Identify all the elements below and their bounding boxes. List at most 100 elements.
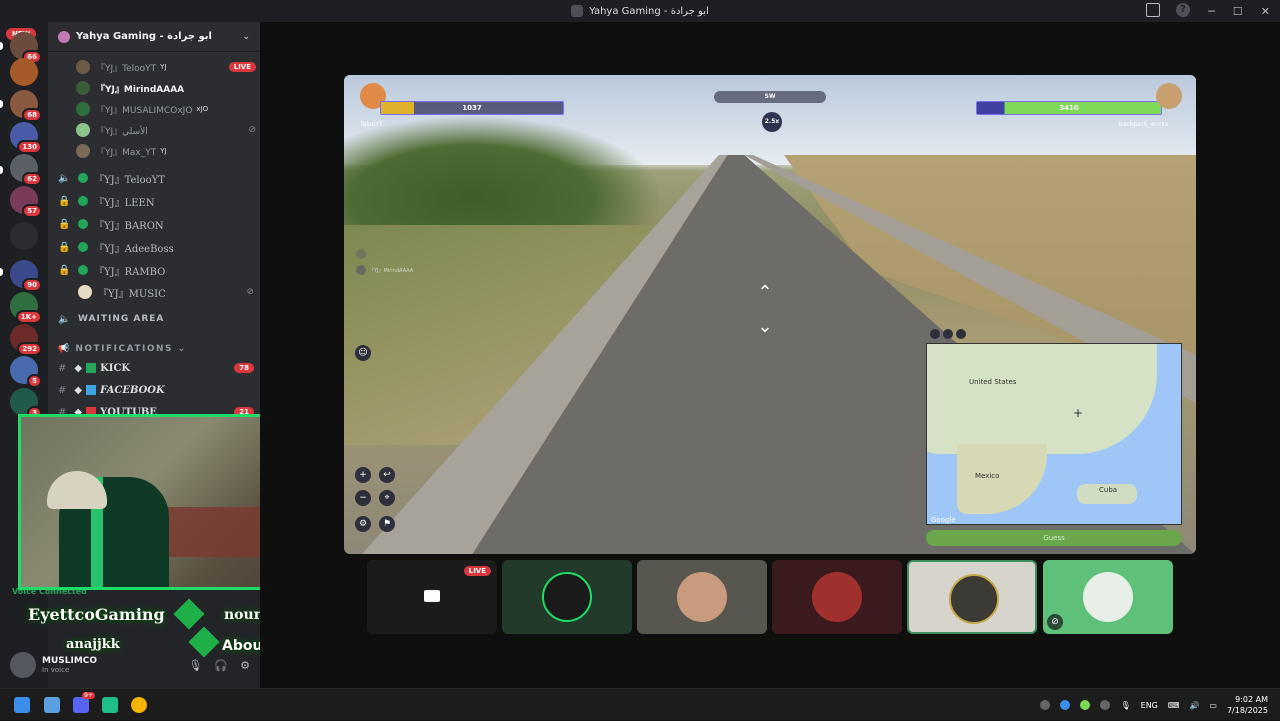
emoji-icon[interactable]: ☺ [355,345,371,361]
map-eye-icon[interactable] [956,329,966,339]
app-icon[interactable] [102,697,118,713]
server-name: Yahya Gaming - ابو جرادة [76,31,212,42]
volume-icon[interactable]: 🔊 [1189,701,1199,710]
voice-channel[interactable]: 🔒 『YJ』BARON [58,214,254,234]
server-icon[interactable]: 130 [10,122,42,154]
chat-line: 『YJ』MirindAAAA [356,265,413,275]
tray-icon[interactable] [1080,700,1091,710]
help-icon[interactable]: ? [1176,3,1190,17]
avatar [542,572,592,622]
location-pin-icon[interactable]: ⌖ [379,490,395,506]
facebook-icon [86,385,97,395]
settings-gear-icon[interactable]: ⚙ [355,516,371,532]
minimize-button[interactable]: ─ [1208,5,1215,18]
network-icon[interactable]: ⌨ [1168,701,1180,710]
voice-user[interactable]: 『YJ』MirindAAAA [76,79,256,97]
participant-tile[interactable] [907,560,1037,634]
participant-tile[interactable] [772,560,902,634]
server-icon[interactable]: 90 [10,260,42,292]
avatar[interactable] [10,652,36,678]
status-dot [78,196,88,206]
close-button[interactable]: ✕ [1261,5,1270,18]
category-notifications[interactable]: 📢 NOTIFICATIONS ⌄ [58,344,187,354]
server-icon[interactable]: 68 [10,90,42,122]
move-forward-arrow[interactable]: ⌃ [750,284,780,302]
language-indicator[interactable]: ENG [1141,701,1158,710]
live-badge: LIVE [463,566,491,576]
zoom-in-button[interactable]: + [355,467,371,483]
title-bar: Yahya Gaming - ابو جرادة ? ─ ☐ ✕ [0,0,1280,22]
lock-icon: 🔒 [58,218,71,230]
inbox-icon[interactable] [1146,3,1160,17]
compass: SW [714,91,826,103]
voice-channel[interactable]: 🔈 『YJ』TelooYT [58,168,254,188]
text-channel-facebook[interactable]: # ◆ FACEBOOK [58,381,254,399]
microphone-icon[interactable]: 🎙 [188,659,202,672]
battery-icon[interactable]: ▭ [1209,701,1217,710]
chrome-icon[interactable] [131,697,147,713]
window-title: Yahya Gaming - ابو جرادة [589,5,709,17]
voice-channel[interactable]: 『YJ』MUSIC ⊘ [58,282,254,302]
hashtag-icon: # [58,384,67,396]
voice-user[interactable]: 『YJ』Max_YT YJ [76,142,256,160]
guess-minimap[interactable]: United States Mexico Cuba Google + [926,325,1182,525]
server-icon[interactable]: 292 [10,324,42,356]
crosshair-icon: + [1073,406,1084,420]
settings-gear-icon[interactable]: ⚙ [240,659,250,672]
server-icon[interactable]: 62 [10,154,42,186]
lock-icon: 🔒 [58,195,71,207]
file-explorer-icon[interactable] [44,697,60,713]
text-channel-kick[interactable]: # ◆ KICK 78 [58,359,254,377]
voice-channel[interactable]: 🔒 『YJ』LEEN [58,191,254,211]
username: MUSLIMCO [42,656,98,666]
microphone-icon[interactable]: 🎙 [1120,701,1130,710]
participant-tile[interactable] [502,560,632,634]
voice-user[interactable]: 『YJ』الأسلي ⊘ [76,121,256,139]
server-icon[interactable]: 1K+ [10,292,42,324]
server-icon[interactable] [10,222,38,250]
clock[interactable]: 9:02 AM 7/18/2025 [1227,694,1268,716]
map-expand-icon[interactable] [943,329,953,339]
voice-user[interactable]: 『YJ』TelooYT YJ LIVE [76,58,256,76]
server-icon[interactable]: 57 [10,186,42,218]
avatar [76,123,90,137]
server-icon[interactable] [10,58,38,86]
flag-icon[interactable]: ⚑ [379,516,395,532]
discord-icon[interactable]: 9+ [73,692,95,713]
map-canvas[interactable]: United States Mexico Cuba Google + [926,343,1182,525]
game-stream-view[interactable]: 1037 TelooYT SW 2.5x 3410 backpack_works… [344,75,1196,554]
undo-icon[interactable]: ↩ [379,467,395,483]
voice-channel[interactable]: 🔒 『YJ』AdeeBoss [58,237,254,257]
unread-pip [0,166,3,174]
server-icon[interactable]: 3 [10,388,42,420]
unread-pip [0,42,3,50]
current-user: MUSLIMCO In voice 🎙 🎧 ⚙ [10,650,250,680]
chevron-down-icon[interactable]: ⌄ [242,32,250,42]
steam-icon[interactable] [1100,700,1111,710]
participant-tile[interactable]: ⊘ [1043,560,1173,634]
avatar [949,574,999,624]
yj-logo-icon [78,285,92,299]
tray-icon[interactable] [1040,700,1051,710]
waiting-area-channel[interactable]: 🔈 WAITING AREA [58,309,254,329]
guess-button[interactable]: Guess [926,530,1182,546]
voice-channel[interactable]: 🔒 『YJ』RAMBO [58,260,254,280]
server-header[interactable]: Yahya Gaming - ابو جرادة ⌄ [48,22,260,52]
headphones-icon[interactable]: 🎧 [214,659,228,672]
multiplier-badge: 2.5x [762,112,782,132]
voice-user[interactable]: 『YJ』MUSALIMCOxJO xJO [76,100,256,118]
server-icon[interactable]: 5 [10,356,42,388]
tray-icon[interactable] [1060,700,1071,710]
kick-icon [86,363,97,373]
map-pin-icon[interactable] [930,329,940,339]
participant-tile[interactable]: LIVE [367,560,497,634]
unread-pip [0,100,3,108]
maximize-button[interactable]: ☐ [1233,5,1243,18]
move-back-arrow[interactable]: ⌄ [750,318,780,336]
avatar [76,81,90,95]
hashtag-icon: # [58,362,67,374]
zoom-out-button[interactable]: − [355,490,371,506]
server-icon[interactable]: 66 [10,32,42,64]
participant-tile[interactable] [637,560,767,634]
start-windows-icon[interactable] [14,697,30,713]
